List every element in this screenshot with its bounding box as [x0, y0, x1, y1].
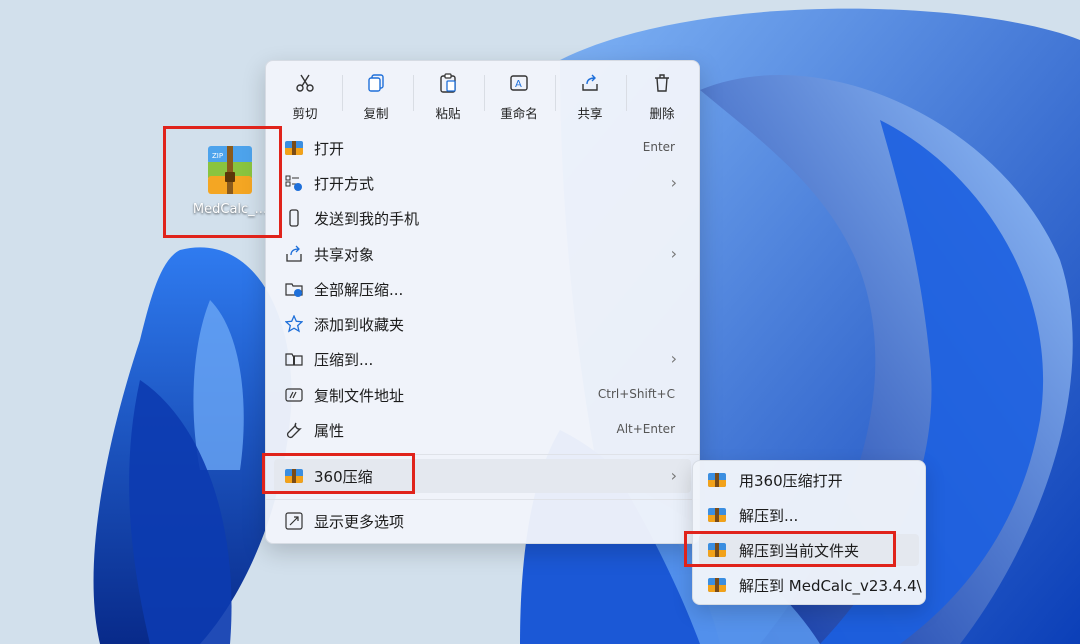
shortcut-text: Enter [642, 140, 675, 154]
menu-item-open-with[interactable]: 打开方式 › [274, 166, 691, 200]
menu-item-label: 显示更多选项 [314, 513, 405, 531]
menu-item-extract-all[interactable]: 全部解压缩... [274, 272, 691, 306]
submenu-item-extract-to-folder[interactable]: 解压到 MedCalc_v23.4.4\ [699, 569, 922, 601]
chevron-right-icon: › [670, 244, 677, 263]
menu-item-add-favorites[interactable]: 添加到收藏夹 [274, 307, 691, 341]
cut-label: 剪切 [292, 106, 318, 121]
menu-item-label: 共享对象 [314, 246, 375, 264]
delete-label: 删除 [649, 106, 675, 121]
paste-icon [440, 73, 456, 93]
share-button[interactable]: 共享 [555, 69, 625, 121]
rename-icon: A [510, 75, 528, 91]
open-with-icon [285, 175, 302, 191]
menu-separator [266, 499, 699, 500]
scissors-icon [296, 74, 314, 92]
menu-item-compress-to[interactable]: 压缩到... › [274, 342, 691, 376]
shortcut-text: Ctrl+Shift+C [597, 387, 675, 401]
shortcut-text: Alt+Enter [616, 422, 675, 436]
phone-icon [289, 209, 299, 227]
more-options-icon [285, 512, 303, 530]
submenu-item-extract-to[interactable]: 解压到... [699, 499, 919, 531]
copy-path-icon [285, 388, 303, 402]
share-label: 共享 [577, 106, 603, 121]
share-icon [582, 74, 598, 91]
rename-label: 重命名 [500, 106, 538, 121]
menu-item-label: 压缩到... [314, 351, 374, 369]
context-toolbar: 剪切 复制 粘贴 A 重命名 共享 删除 [266, 61, 699, 125]
submenu-item-open-with-360[interactable]: 用360压缩打开 [699, 464, 919, 496]
menu-item-label: 打开 [314, 140, 345, 158]
share-icon [286, 245, 302, 262]
zip-archive-icon [708, 506, 726, 524]
chevron-right-icon: › [670, 349, 677, 368]
menu-item-send-to-phone[interactable]: 发送到我的手机 [274, 201, 691, 235]
menu-item-label: 复制文件地址 [314, 387, 405, 405]
chevron-right-icon: › [670, 173, 677, 192]
svg-text:A: A [515, 79, 522, 90]
paste-label: 粘贴 [435, 106, 461, 121]
menu-item-show-more-options[interactable]: 显示更多选项 [274, 504, 691, 538]
cut-button[interactable]: 剪切 [270, 69, 340, 121]
menu-item-properties[interactable]: 属性 Alt+Enter [274, 413, 691, 447]
menu-item-open[interactable]: 打开 Enter [274, 131, 691, 165]
rename-button[interactable]: A 重命名 [484, 69, 554, 121]
zip-archive-icon [285, 139, 303, 157]
wrench-icon [286, 422, 302, 439]
paste-button[interactable]: 粘贴 [413, 69, 483, 121]
menu-item-label: 属性 [314, 422, 345, 440]
compress-folder-icon [285, 353, 303, 366]
menu-item-label: 全部解压缩... [314, 281, 404, 299]
chevron-right-icon: › [670, 466, 677, 485]
copy-button[interactable]: 复制 [341, 69, 411, 121]
submenu-item-label: 用360压缩打开 [739, 472, 843, 490]
annotation-box-extract-here [684, 531, 896, 567]
copy-label: 复制 [363, 106, 389, 121]
copy-icon [368, 74, 384, 92]
menu-item-label: 添加到收藏夹 [314, 316, 405, 334]
trash-icon [655, 74, 669, 92]
extract-folder-icon [285, 283, 303, 297]
menu-item-label: 发送到我的手机 [314, 210, 420, 228]
delete-button[interactable]: 删除 [627, 69, 697, 121]
annotation-box-360-zip [262, 453, 415, 494]
menu-item-share-object[interactable]: 共享对象 › [274, 237, 691, 271]
submenu-item-label: 解压到 MedCalc_v23.4.4\ [739, 577, 922, 595]
zip-archive-icon [708, 576, 726, 594]
star-icon [285, 315, 303, 333]
menu-item-copy-path[interactable]: 复制文件地址 Ctrl+Shift+C [274, 378, 691, 412]
annotation-box-file [163, 126, 282, 238]
menu-item-label: 打开方式 [314, 175, 375, 193]
submenu-item-label: 解压到... [739, 507, 799, 525]
zip-archive-icon [708, 471, 726, 489]
